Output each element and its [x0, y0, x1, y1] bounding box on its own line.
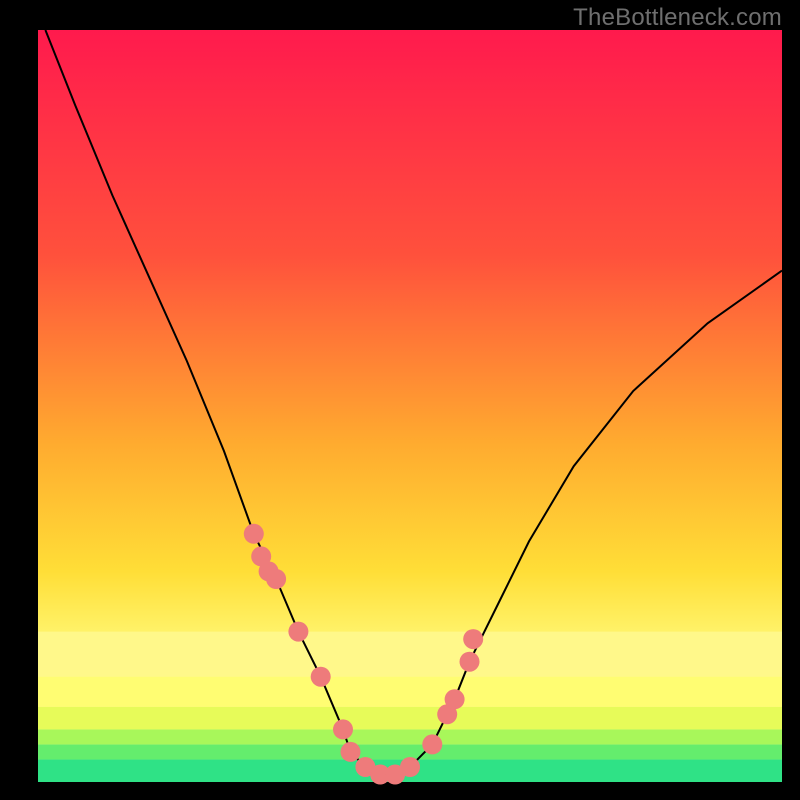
marker-dot	[341, 742, 361, 762]
marker-dot	[333, 719, 353, 739]
marker-dot	[463, 629, 483, 649]
marker-dot	[445, 689, 465, 709]
marker-dot	[400, 757, 420, 777]
watermark-text: TheBottleneck.com	[573, 4, 782, 32]
marker-dot	[460, 652, 480, 672]
marker-dot	[266, 569, 286, 589]
marker-dot	[244, 524, 264, 544]
chart-stage: TheBottleneck.com	[0, 0, 800, 800]
marker-dot	[288, 622, 308, 642]
marker-dot	[311, 667, 331, 687]
marker-dot	[422, 734, 442, 754]
bottleneck-chart	[0, 0, 800, 800]
